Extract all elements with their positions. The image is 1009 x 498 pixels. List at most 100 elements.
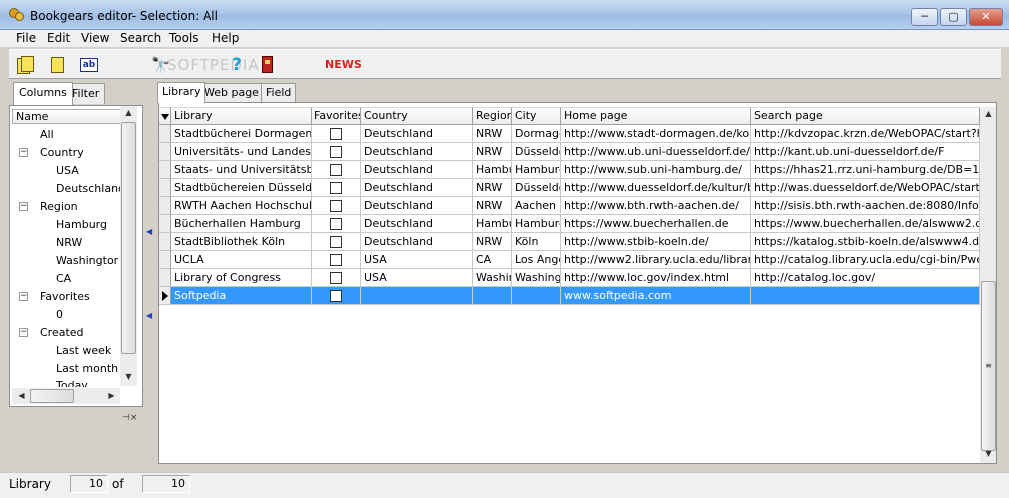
favorite-checkbox[interactable] <box>330 254 342 266</box>
cell-city[interactable]: Dormagen <box>512 125 561 143</box>
scroll-up-icon[interactable]: ▲ <box>981 109 996 118</box>
cell-favorites[interactable] <box>312 143 361 161</box>
cell-library[interactable]: Bücherhallen Hamburg <box>171 215 312 233</box>
tree-item-today[interactable]: Today <box>56 379 88 387</box>
table-row[interactable]: Stadtbücherei Dormagen Deutschland NRW Dorm… <box>159 125 980 143</box>
scroll-down-icon[interactable]: ▼ <box>981 449 996 458</box>
cell-library[interactable]: Library of Congress <box>171 269 312 287</box>
tree-item-hamburg[interactable]: Hamburg <box>56 217 107 233</box>
cell-library[interactable]: Universitäts- und Landesbibliothek <box>171 143 312 161</box>
cell-home-page[interactable]: http://www.stadt-dormagen.de/kommune <box>561 125 751 143</box>
cell-library[interactable]: RWTH Aachen Hochschulbibliothek <box>171 197 312 215</box>
row-indicator[interactable] <box>159 269 171 287</box>
column-header-city[interactable]: City <box>512 107 561 125</box>
cell-search-page[interactable]: http://was.duesseldorf.de/WebOPAC/start?… <box>751 179 980 197</box>
splitter-arrow-icon[interactable]: ◀ <box>146 312 152 320</box>
menu-search[interactable]: Search <box>120 31 161 45</box>
cell-library[interactable]: Stadtbücherei Dormagen <box>171 125 312 143</box>
table-row[interactable]: Stadtbüchereien Düsseldorf Deutschland NRW… <box>159 179 980 197</box>
row-indicator[interactable] <box>159 143 171 161</box>
table-row[interactable]: Universitäts- und Landesbibliothek Deutsc… <box>159 143 980 161</box>
cell-region[interactable]: NRW <box>473 233 512 251</box>
menu-view[interactable]: View <box>81 31 109 45</box>
cell-home-page[interactable]: https://www.buecherhallen.de <box>561 215 751 233</box>
cell-favorites[interactable] <box>312 251 361 269</box>
cell-region[interactable]: Hamburg <box>473 215 512 233</box>
column-header-favorites[interactable]: Favorites <box>312 107 361 125</box>
cell-home-page[interactable]: http://www.duesseldorf.de/kultur/buecher <box>561 179 751 197</box>
cell-region[interactable]: NRW <box>473 197 512 215</box>
tree-vertical-scrollbar[interactable]: ▲ ▼ <box>120 106 137 386</box>
cell-search-page[interactable] <box>751 287 980 305</box>
cell-favorites[interactable] <box>312 125 361 143</box>
table-row[interactable]: StadtBibliothek Köln Deutschland NRW Köln ht… <box>159 233 980 251</box>
minimize-button[interactable]: ─ <box>911 8 938 26</box>
book-icon[interactable] <box>262 56 273 73</box>
tree-item-deutschland[interactable]: Deutschland <box>56 181 125 197</box>
cell-country[interactable] <box>361 287 473 305</box>
collapse-icon[interactable]: − <box>19 328 28 337</box>
table-row[interactable]: RWTH Aachen Hochschulbibliothek Deutschla… <box>159 197 980 215</box>
column-header-region[interactable]: Region <box>473 107 512 125</box>
cell-country[interactable]: Deutschland <box>361 179 473 197</box>
cell-home-page[interactable]: http://www.stbib-koeln.de/ <box>561 233 751 251</box>
cell-home-page[interactable]: www.softpedia.com <box>561 287 751 305</box>
cell-country[interactable]: USA <box>361 251 473 269</box>
open-document-icon[interactable] <box>49 56 67 74</box>
row-indicator[interactable] <box>159 215 171 233</box>
cell-home-page[interactable]: http://www2.library.ucla.edu/libraries/5 <box>561 251 751 269</box>
cell-home-page[interactable]: http://www.loc.gov/index.html <box>561 269 751 287</box>
tree-item-washington[interactable]: Washington D <box>56 253 118 269</box>
cell-city[interactable] <box>512 287 561 305</box>
cell-favorites[interactable] <box>312 215 361 233</box>
collapse-icon[interactable]: − <box>19 148 28 157</box>
pin-icon[interactable]: ⊣× <box>122 413 137 423</box>
tab-web-page[interactable]: Web page <box>199 83 264 102</box>
cell-country[interactable]: Deutschland <box>361 125 473 143</box>
cell-city[interactable]: Washington <box>512 269 561 287</box>
table-row[interactable]: Bücherhallen HamburgDeutschlandHamburgHa… <box>159 215 980 233</box>
cell-city[interactable]: Köln <box>512 233 561 251</box>
cell-country[interactable]: Deutschland <box>361 215 473 233</box>
tab-columns[interactable]: Columns <box>13 82 73 105</box>
row-indicator[interactable] <box>159 125 171 143</box>
tree-item-last-month[interactable]: Last month <box>56 361 118 377</box>
table-row-selected[interactable]: Softpedia www.softpedia.com <box>159 287 980 305</box>
cell-search-page[interactable]: http://sisis.bth.rwth-aachen.de:8080/Inf… <box>751 197 980 215</box>
favorite-checkbox[interactable] <box>330 200 342 212</box>
scroll-down-icon[interactable]: ▼ <box>121 372 136 381</box>
favorite-checkbox[interactable] <box>330 146 342 158</box>
column-header-country[interactable]: Country <box>361 107 473 125</box>
tree-item-usa[interactable]: USA <box>56 163 79 179</box>
scroll-left-icon[interactable]: ◀ <box>14 391 29 400</box>
row-indicator[interactable] <box>159 251 171 269</box>
cell-search-page[interactable]: http://catalog.library.ucla.edu/cgi-bin/… <box>751 251 980 269</box>
column-header-library[interactable]: Library <box>171 107 312 125</box>
grid-menu-button[interactable] <box>159 107 171 125</box>
collapse-icon[interactable]: − <box>19 292 28 301</box>
cell-region[interactable]: NRW <box>473 179 512 197</box>
cell-favorites[interactable] <box>312 197 361 215</box>
tree-item-last-week[interactable]: Last week <box>56 343 111 359</box>
menu-edit[interactable]: Edit <box>47 31 70 45</box>
tree-item-all[interactable]: All <box>40 127 54 143</box>
splitter-arrow-icon[interactable]: ◀ <box>146 228 152 236</box>
cell-favorites[interactable] <box>312 269 361 287</box>
grid-vertical-scrollbar[interactable]: ▲ ≡ ▼ <box>980 107 996 463</box>
cell-city[interactable]: Hamburg <box>512 161 561 179</box>
scroll-thumb[interactable] <box>30 389 74 403</box>
favorite-checkbox[interactable] <box>330 218 342 230</box>
column-header-home-page[interactable]: Home page <box>561 107 751 125</box>
cell-country[interactable]: Deutschland <box>361 143 473 161</box>
tree-item-region[interactable]: Region <box>40 199 78 215</box>
cell-search-page[interactable]: http://kant.ub.uni-duesseldorf.de/F <box>751 143 980 161</box>
cell-region[interactable]: CA <box>473 251 512 269</box>
table-row[interactable]: Library of Congress USAWashington DWashin… <box>159 269 980 287</box>
tree-item-favorites-0[interactable]: 0 <box>56 307 63 323</box>
cell-city[interactable]: Hamburg <box>512 215 561 233</box>
tree-header-name[interactable]: Name <box>12 109 136 124</box>
row-indicator[interactable] <box>159 179 171 197</box>
cell-search-page[interactable]: http://catalog.loc.gov/ <box>751 269 980 287</box>
table-row[interactable]: Staats- und Universitätsbibliothek Deutsc… <box>159 161 980 179</box>
row-indicator[interactable] <box>159 287 171 305</box>
